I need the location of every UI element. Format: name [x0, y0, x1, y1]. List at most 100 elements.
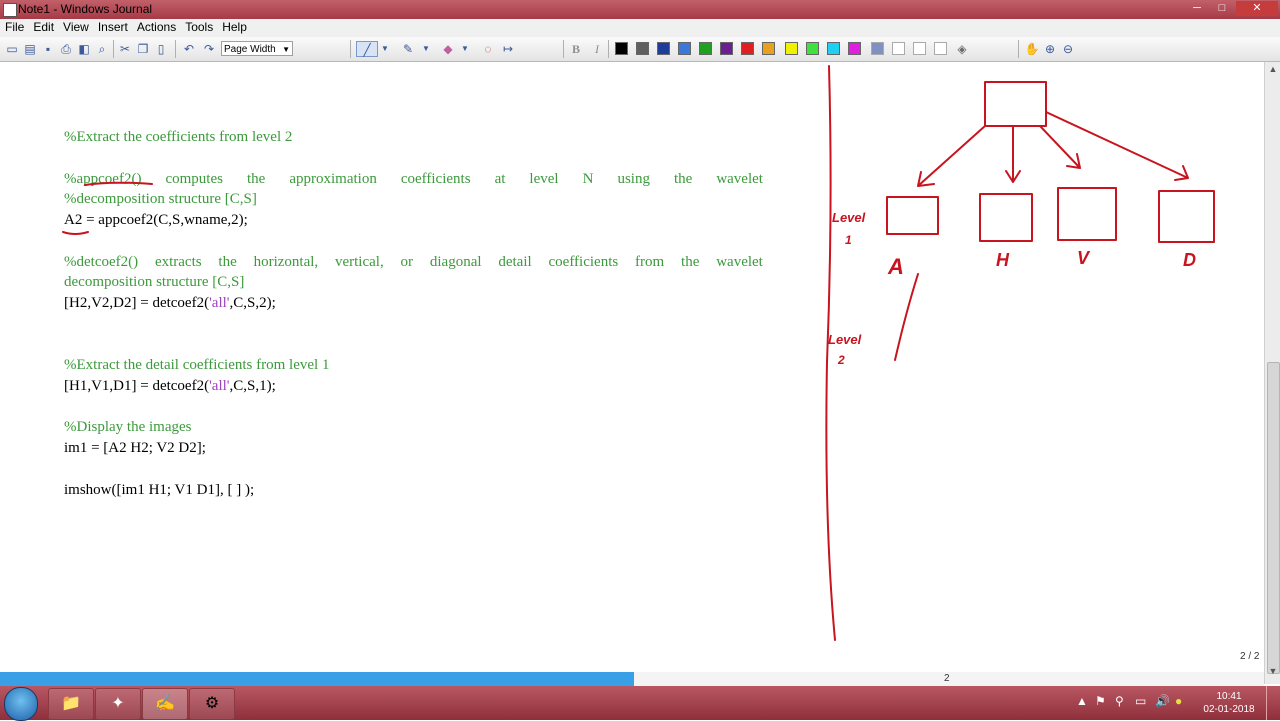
toolbar-separator — [608, 40, 609, 58]
toolbar: ▭ ▤ ▪ ⎙ ◧ ⌕ ✂ ❐ ▯ ↶ ↷ Page Width ▼ ╱ ▼ ✎ … — [0, 37, 1280, 62]
menu-help[interactable]: Help — [218, 19, 251, 35]
scroll-down-icon[interactable]: ▼ — [1265, 666, 1280, 680]
ink-label-v: V — [1077, 248, 1091, 268]
horizontal-progress-bar — [0, 672, 1264, 686]
highlighter-color-swatch[interactable] — [871, 42, 884, 55]
pen-color-swatch[interactable] — [657, 42, 670, 55]
pen-color-swatch[interactable] — [785, 42, 798, 55]
copy-icon[interactable]: ❐ — [135, 41, 151, 57]
vertical-scrollbar[interactable]: ▲ ▼ — [1264, 62, 1280, 684]
ink-box-a — [886, 196, 939, 235]
zoom-value: Page Width — [224, 44, 276, 55]
zoom-select[interactable]: Page Width ▼ — [221, 41, 293, 56]
highlighter-color-swatch[interactable] — [892, 42, 905, 55]
ink-root-box — [984, 81, 1047, 127]
clock-time: 10:41 — [1216, 691, 1242, 702]
print-icon[interactable]: ⎙ — [58, 41, 74, 57]
menu-edit[interactable]: Edit — [29, 19, 58, 35]
format-colors-icon[interactable]: ◈ — [954, 41, 970, 57]
cut-icon[interactable]: ✂ — [117, 41, 133, 57]
pen-color-swatch[interactable] — [678, 42, 691, 55]
undo-icon[interactable]: ↶ — [181, 41, 197, 57]
pen-color-swatch[interactable] — [741, 42, 754, 55]
highlighter-color-swatch[interactable] — [913, 42, 926, 55]
scroll-up-icon[interactable]: ▲ — [1265, 64, 1280, 78]
show-desktop-button[interactable] — [1266, 686, 1280, 720]
pan-hand-icon[interactable]: ✋ — [1024, 41, 1040, 57]
bold-button[interactable]: B — [568, 41, 584, 57]
close-button[interactable]: ✕ — [1236, 1, 1278, 16]
pen-color-swatch[interactable] — [806, 42, 819, 55]
pen-color-swatch[interactable] — [699, 42, 712, 55]
minimize-button[interactable]: ─ — [1185, 1, 1209, 16]
toolbar-separator — [175, 40, 176, 58]
chevron-down-icon[interactable]: ▼ — [380, 41, 390, 57]
save-icon[interactable]: ▪ — [40, 41, 56, 57]
find-icon[interactable]: ⌕ — [94, 41, 110, 57]
ink-stroke — [894, 273, 919, 361]
menu-insert[interactable]: Insert — [94, 19, 132, 35]
ink-label-a: A — [887, 254, 904, 279]
menu-view[interactable]: View — [59, 19, 93, 35]
title-bar: Note1 - Windows Journal ─ □ ✕ — [0, 0, 1280, 19]
highlighter-color-swatch[interactable] — [934, 42, 947, 55]
file-explorer-taskbar-button[interactable]: 📁 — [48, 688, 94, 720]
paste-icon[interactable]: ▯ — [153, 41, 169, 57]
pen-color-swatch[interactable] — [827, 42, 840, 55]
window-title: Note1 - Windows Journal — [18, 2, 153, 16]
journal-page[interactable]: %Extract the coefficients from level 2 %… — [0, 62, 1264, 672]
zoom-out-icon[interactable]: ⊖ — [1060, 41, 1076, 57]
display-icon[interactable]: ▭ — [1135, 694, 1146, 708]
journal-taskbar-button[interactable]: ✍ — [142, 688, 188, 720]
ink-arrow — [917, 125, 986, 187]
chevron-down-icon[interactable]: ▼ — [421, 41, 431, 57]
toolbar-separator — [563, 40, 564, 58]
network-icon[interactable]: ⚲ — [1115, 694, 1124, 708]
ink-divider-line — [825, 65, 836, 641]
print-preview-icon[interactable]: ◧ — [76, 41, 92, 57]
pen-color-swatch[interactable] — [762, 42, 775, 55]
ink-level-2-label: Level — [828, 332, 862, 347]
start-button[interactable] — [4, 687, 38, 721]
menu-tools[interactable]: Tools — [181, 19, 217, 35]
tray-arrow-icon[interactable]: ▲ — [1076, 694, 1088, 708]
redo-icon[interactable]: ↷ — [201, 41, 217, 57]
eraser-icon[interactable]: ◆ — [440, 41, 456, 57]
taskbar: 📁 ✦ ✍ ⚙ ▲ ⚑ ⚲ ▭ 🔊 ● 10:41 02-01-2018 — [0, 686, 1280, 721]
zoom-in-icon[interactable]: ⊕ — [1042, 41, 1058, 57]
ink-label-d: D — [1183, 250, 1196, 270]
new-note-icon[interactable]: ▭ — [4, 41, 20, 57]
action-center-flag-icon[interactable]: ⚑ — [1095, 694, 1106, 708]
chevron-down-icon[interactable]: ▼ — [460, 41, 470, 57]
toolbar-separator — [350, 40, 351, 58]
update-icon[interactable]: ● — [1175, 694, 1182, 708]
pen-color-swatch[interactable] — [720, 42, 733, 55]
menu-file[interactable]: File — [1, 19, 28, 35]
clock[interactable]: 10:41 02-01-2018 — [1198, 690, 1260, 716]
lasso-select-icon[interactable]: ◌ — [480, 41, 496, 57]
toolbar-separator — [1018, 40, 1019, 58]
volume-icon[interactable]: 🔊 — [1155, 694, 1170, 708]
ink-box-h — [979, 193, 1033, 242]
page-count: 2 / 2 — [1240, 651, 1260, 662]
insert-space-icon[interactable]: ↦ — [500, 41, 516, 57]
page-number: 2 — [944, 673, 950, 684]
menu-bar: File Edit View Insert Actions Tools Help — [0, 19, 1280, 37]
acrobat-taskbar-button[interactable]: ✦ — [95, 688, 141, 720]
ink-arrow — [1045, 111, 1189, 181]
pen-color-swatch[interactable] — [848, 42, 861, 55]
scroll-thumb[interactable] — [1267, 362, 1280, 674]
pen-color-swatch[interactable] — [615, 42, 628, 55]
ink-arrow — [1005, 125, 1021, 183]
italic-button[interactable]: I — [589, 41, 605, 57]
new-page-icon[interactable]: ▤ — [22, 41, 38, 57]
maximize-button[interactable]: □ — [1210, 1, 1234, 16]
ink-layer: Level 1 Level 2 A H V D — [62, 65, 1215, 641]
pen-color-swatch[interactable] — [636, 42, 649, 55]
highlighter-tool-icon[interactable]: ✎ — [400, 41, 416, 57]
menu-actions[interactable]: Actions — [133, 19, 180, 35]
journal-app-icon — [3, 3, 17, 17]
pen-tool-icon[interactable]: ╱ — [356, 41, 378, 57]
progress-fill — [0, 672, 634, 686]
tool-taskbar-button[interactable]: ⚙ — [189, 688, 235, 720]
